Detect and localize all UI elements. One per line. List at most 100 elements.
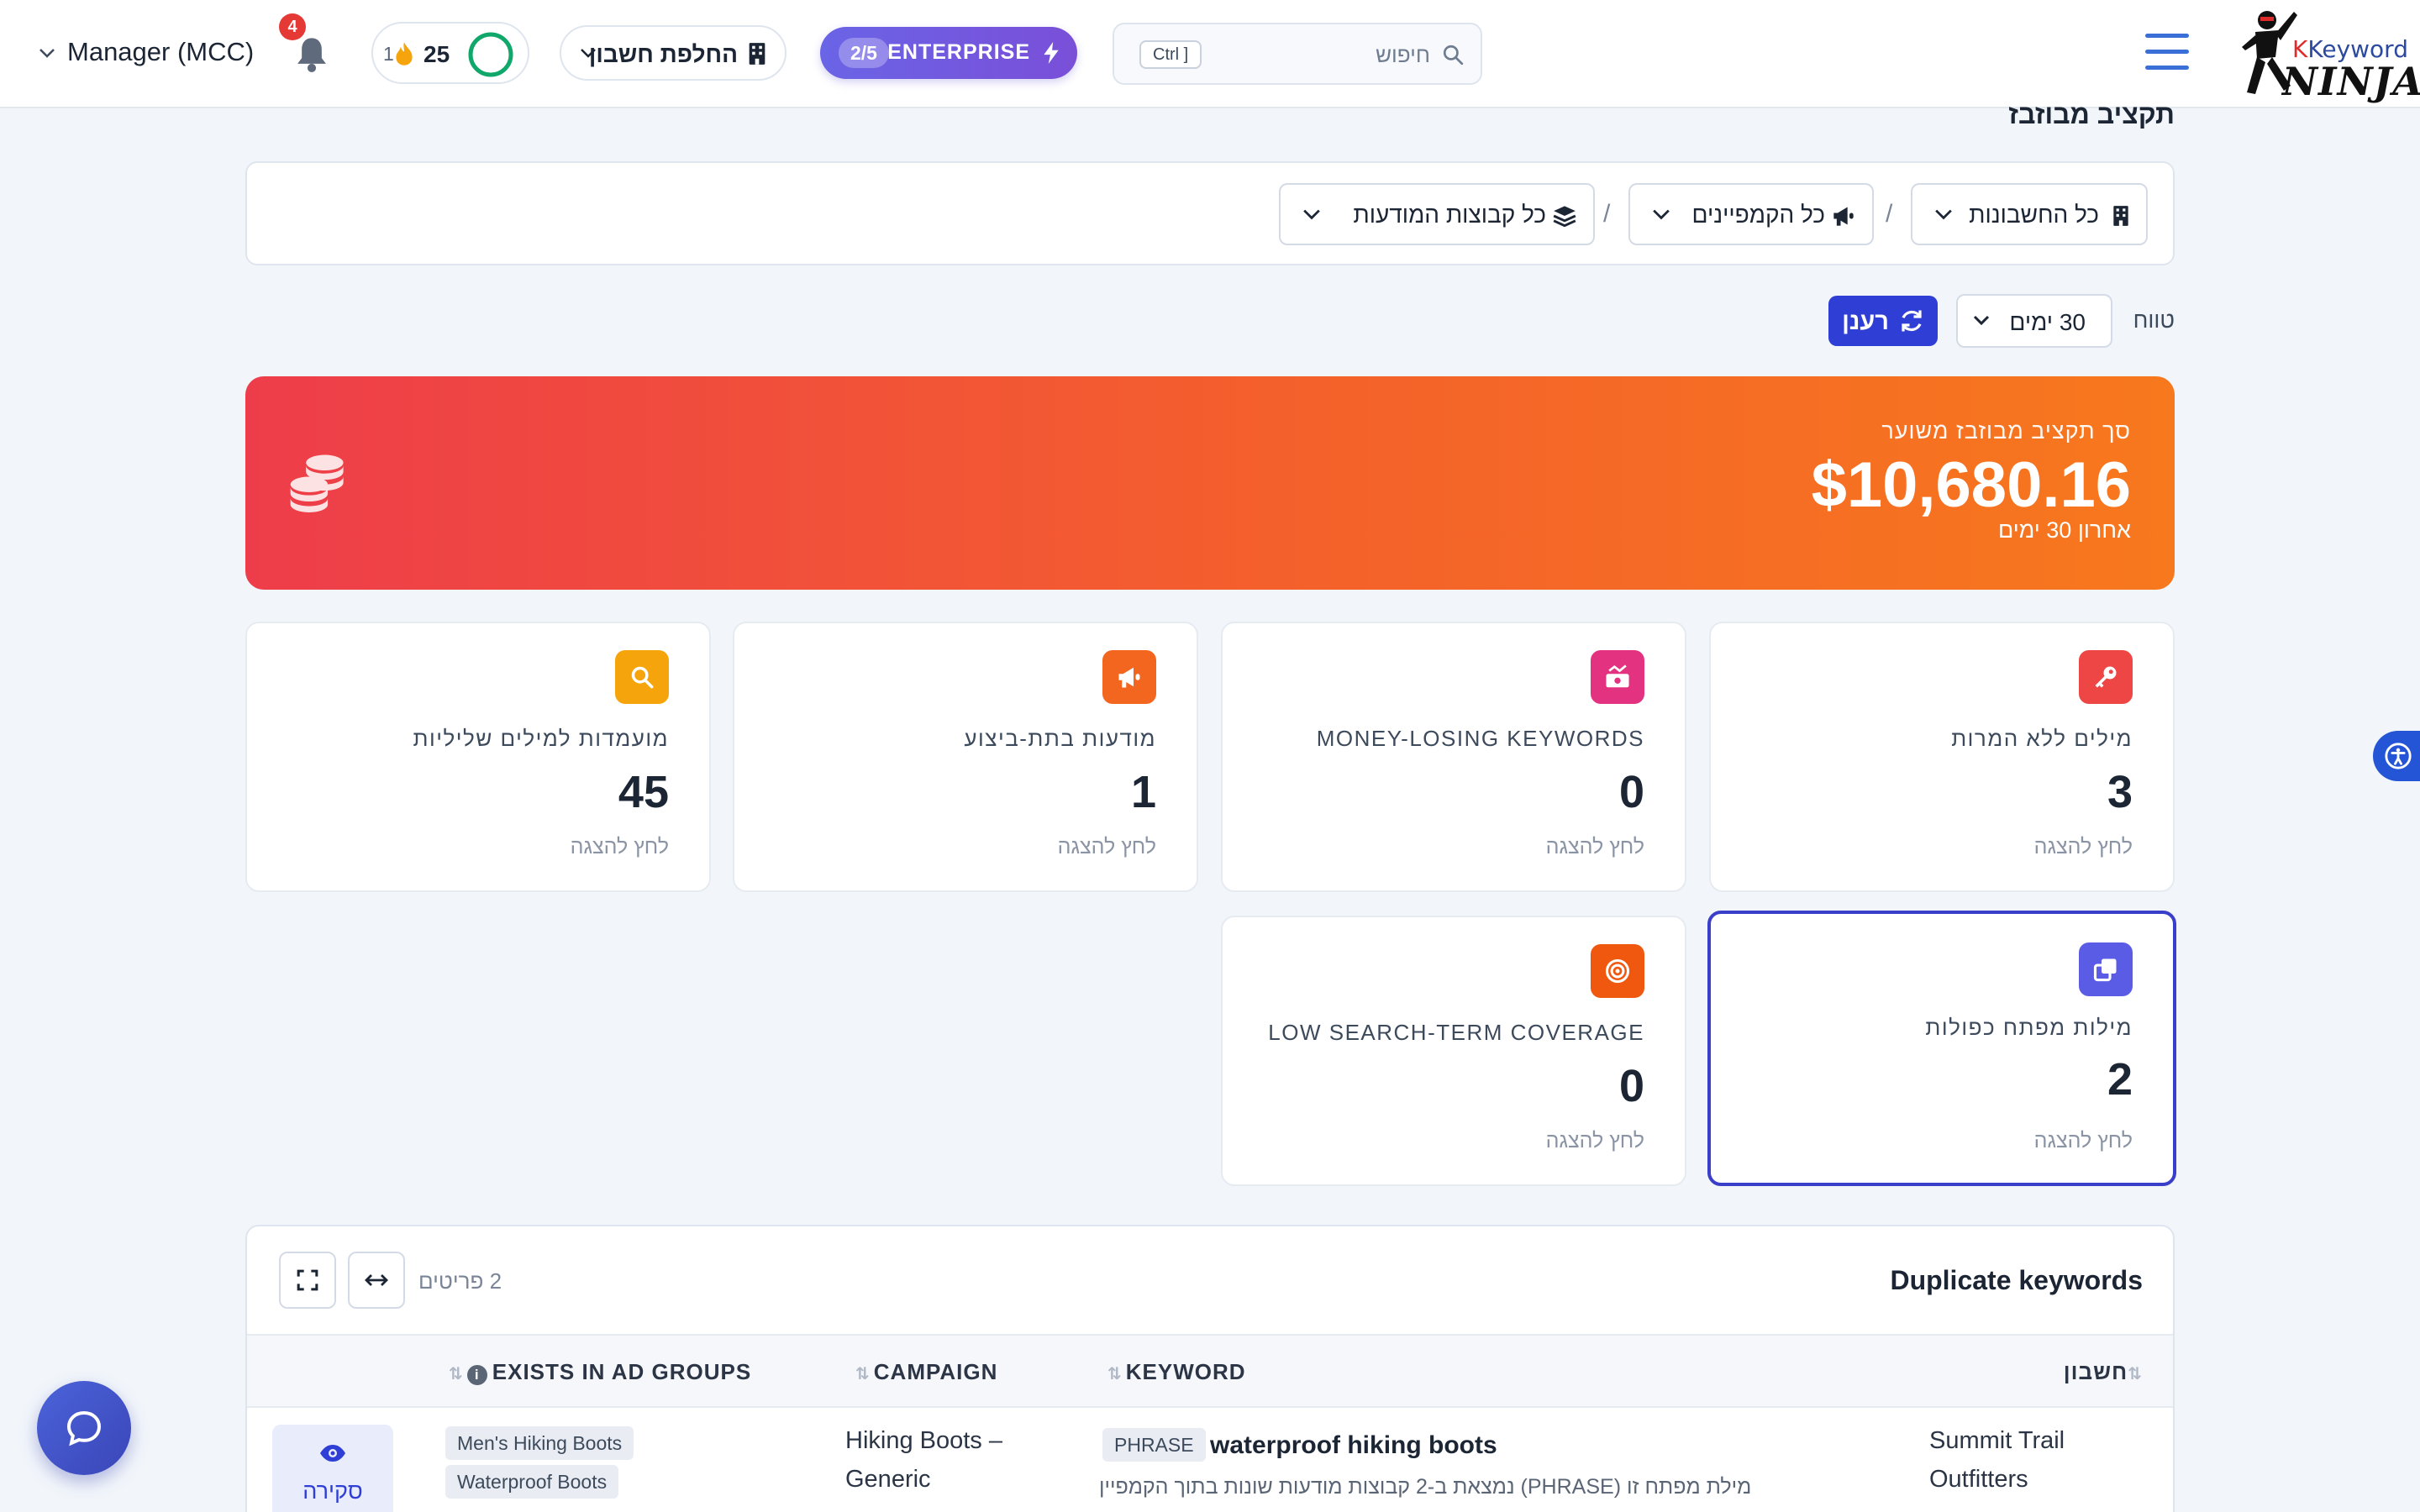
campaigns-filter[interactable]: כל הקמפיינים [1628,183,1874,245]
copy-icon [2093,958,2117,982]
wasted-budget-hero: סך תקציב מבוזבז משוער $10,680.16 אחרון 3… [245,376,2175,590]
ad-groups-filter[interactable]: כל קבוצות המודעות [1279,183,1595,245]
chevron-down-icon [1973,315,1990,326]
range-label: טווח [2133,307,2175,333]
chevron-down-icon [581,49,596,58]
switch-account-label: החלפת חשבון [588,41,738,67]
cell-campaign-line2: Generic [845,1466,931,1493]
sort-icon: ⇅ [449,1365,464,1383]
plan-badge[interactable]: ENTERPRISE 2/5 [820,27,1077,79]
search-box[interactable]: Ctrl ] [1113,23,1482,85]
fire-icon [396,42,413,66]
chevron-down-icon [1653,209,1670,220]
accessibility-button[interactable] [2373,731,2420,781]
chat-button[interactable] [37,1381,131,1475]
stat-card-no-conversions[interactable]: מילים ללא המרות 3 לחץ להצגה [1709,622,2175,892]
hamburger-icon [2145,34,2189,38]
accessibility-icon [2385,743,2412,769]
streak-value: 1 [383,43,394,65]
stat-icon-box [2079,650,2133,704]
ad-group-tag: Waterproof Boots [445,1465,619,1499]
stat-value: 0 [1618,767,1644,817]
logo-ninja-text: NINJA [2282,59,2420,104]
column-header-account[interactable]: חשבון⇅ [2064,1359,2146,1385]
switch-account-button[interactable]: החלפת חשבון [560,25,786,81]
menu-toggle-button[interactable] [2145,34,2189,74]
review-button-label: סקירה [302,1478,363,1504]
hero-caption: סך תקציב מבוזבז משוער [1881,418,2131,444]
stat-value: 45 [618,767,669,817]
expand-width-button[interactable] [348,1252,405,1309]
column-header-campaign[interactable]: ⇅ CAMPAIGN [855,1359,997,1385]
refresh-button[interactable]: רענן [1828,296,1938,346]
stat-icon-box [1591,650,1644,704]
bell-icon[interactable] [294,35,329,72]
megaphone-icon [1118,667,1140,688]
plan-usage-count: 2/5 [839,38,889,68]
stat-icon-box [1591,944,1644,998]
stat-hint: לחץ להצגה [1057,835,1156,858]
coins-icon [290,454,344,512]
search-icon [631,666,654,689]
breadcrumb-separator: / [1603,200,1611,228]
stat-title: מועמדות למילים שליליות [413,726,669,751]
stat-title: מילים ללא המרות [1951,726,2133,751]
money-icon [1606,664,1629,688]
score-value: 25 [424,41,450,67]
hero-amount: $10,680.16 [1811,449,2131,521]
ad-group-tag: Men's Hiking Boots [445,1426,634,1460]
app-logo[interactable]: KKeyword NINJA [2238,5,2420,104]
search-icon [1443,45,1464,66]
stat-hint: לחץ להצגה [2033,1129,2133,1152]
stat-icon-box [615,650,669,704]
stat-title: מודעות בתת-ביצוע [964,726,1156,751]
stat-card-underperforming-ads[interactable]: מודעות בתת-ביצוע 1 לחץ להצגה [733,622,1198,892]
table-header-row: חשבון⇅ ⇅ KEYWORD ⇅ CAMPAIGN ⇅ i EXISTS IN AD… [247,1334,2173,1408]
eye-icon [320,1445,345,1462]
notifications-badge: 4 [279,13,306,40]
layers-icon [1553,206,1576,227]
fullscreen-button[interactable] [279,1252,336,1309]
match-type-badge: PHRASE [1102,1428,1206,1462]
stat-value: 3 [2107,767,2133,817]
refresh-icon [1902,310,1922,332]
stat-value: 2 [2107,1054,2133,1105]
sort-icon: ⇅ [855,1365,871,1383]
cell-campaign-line1: Hiking Boots – [845,1427,1002,1454]
stat-title: MONEY-LOSING KEYWORDS [1316,726,1644,751]
search-input[interactable] [1237,39,1430,70]
range-select[interactable]: 30 ימים [1956,294,2112,348]
stat-card-negative-candidates[interactable]: מועמדות למילים שליליות 45 לחץ להצגה [245,622,711,892]
stat-value: 1 [1130,767,1156,817]
stat-card-money-losing-keywords[interactable]: MONEY-LOSING KEYWORDS 0 לחץ להצגה [1221,622,1686,892]
stat-card-duplicate-keywords[interactable]: מילות מפתח כפולות 2 לחץ להצגה [1707,911,2176,1186]
breadcrumb-separator: / [1886,200,1893,228]
duplicate-keywords-table: Duplicate keywords 2 פריטים חשבון⇅ ⇅ KEYW… [245,1225,2175,1512]
column-header-keyword[interactable]: ⇅ KEYWORD [1107,1359,1246,1385]
progress-ring-icon [468,32,513,77]
accounts-filter[interactable]: כל החשבונות [1911,183,2148,245]
stat-hint: לחץ להצגה [2033,835,2133,858]
sort-icon: ⇅ [2128,1365,2143,1383]
cell-account-line1: Summit Trail [1929,1427,2065,1454]
stat-card-low-search-term-coverage[interactable]: LOW SEARCH-TERM COVERAGE 0 לחץ להצגה [1221,916,1686,1186]
info-icon: i [466,1365,487,1385]
column-header-exists-in-ad-groups[interactable]: ⇅ i EXISTS IN AD GROUPS [449,1359,751,1385]
building-icon [2113,206,2128,226]
stat-value: 0 [1618,1061,1644,1111]
cell-keyword-description: מילת מפתח זו (PHRASE) נמצאת ב-2 קבוצות מ… [1099,1475,1752,1499]
score-pill[interactable]: 25 1 [371,22,529,84]
chevron-down-icon [39,49,55,58]
ad-groups-filter-label: כל קבוצות המודעות [1353,202,1546,228]
arrows-horizontal-icon [365,1274,388,1286]
plan-name: ENTERPRISE [887,40,1030,64]
review-button[interactable]: סקירה [272,1425,393,1512]
stat-icon-box [1102,650,1156,704]
stat-hint: לחץ להצגה [1545,1129,1644,1152]
megaphone-icon [1833,207,1854,226]
chevron-down-icon [1303,209,1320,220]
refresh-button-label: רענן [1842,308,1889,335]
target-icon [1605,958,1630,984]
key-icon [2095,666,2117,688]
chat-bubble-icon [66,1410,102,1446]
